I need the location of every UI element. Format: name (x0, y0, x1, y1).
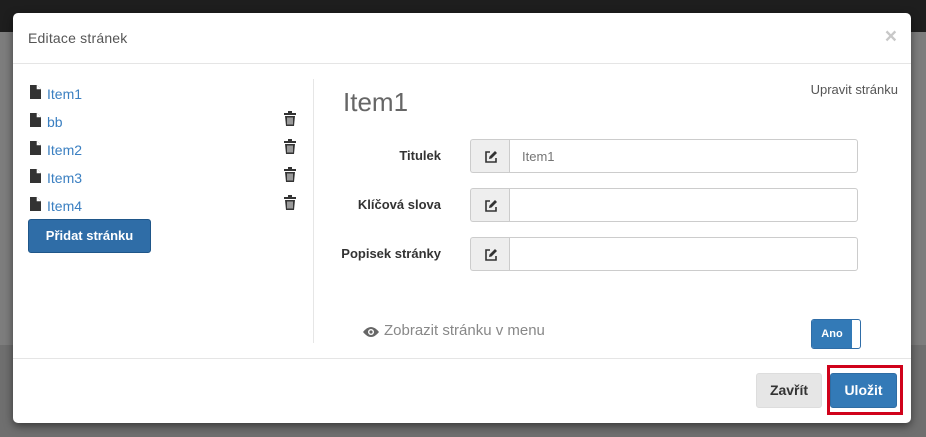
description-label: Popisek stránky (341, 246, 441, 261)
modal-title: Editace stránek (28, 30, 128, 46)
page-link[interactable]: Item4 (47, 198, 82, 214)
trash-icon[interactable] (284, 111, 296, 129)
close-icon[interactable]: × (885, 26, 897, 47)
close-button[interactable]: Zavřít (756, 373, 822, 408)
title-label: Titulek (399, 148, 441, 163)
show-in-menu-toggle[interactable]: Ano (811, 319, 861, 349)
page-heading: Item1 (343, 87, 409, 117)
page-list-item[interactable]: Item3 (28, 165, 298, 189)
page-list-item[interactable]: Item2 (28, 137, 298, 161)
page-list: Item1 bb Item2 Item3 Item4 Přidat stránk… (28, 79, 314, 343)
show-in-menu-row: Zobrazit stránku v menu (363, 322, 563, 342)
save-button[interactable]: Uložit (830, 373, 897, 408)
file-icon (30, 85, 41, 102)
file-icon (30, 197, 41, 214)
page-link[interactable]: Item3 (47, 170, 82, 186)
trash-icon[interactable] (284, 139, 296, 157)
page-link[interactable]: Item1 (47, 86, 82, 102)
show-in-menu-label: Zobrazit stránku v menu (384, 322, 545, 339)
description-input[interactable] (509, 237, 858, 271)
page-list-item[interactable]: Item1 (28, 81, 298, 105)
page-link[interactable]: Item2 (47, 142, 82, 158)
page-list-item[interactable]: bb (28, 109, 298, 133)
page-list-item[interactable]: Item4 (28, 193, 298, 217)
keywords-label: Klíčová slova (357, 197, 441, 212)
file-icon (30, 169, 41, 186)
trash-icon[interactable] (284, 167, 296, 185)
page-link[interactable]: bb (47, 114, 63, 130)
modal-header: Editace stránek × (13, 13, 911, 64)
edit-icon (470, 139, 510, 173)
trash-icon[interactable] (284, 195, 296, 213)
edit-icon (470, 188, 510, 222)
file-icon (30, 141, 41, 158)
title-row: Titulek (328, 139, 898, 173)
edit-page-link[interactable]: Upravit stránku (811, 82, 898, 97)
toggle-on-label: Ano (812, 320, 852, 348)
edit-icon (470, 237, 510, 271)
add-page-button[interactable]: Přidat stránku (28, 219, 151, 253)
eye-icon (363, 325, 379, 341)
keywords-row: Klíčová slova (328, 188, 898, 222)
title-input[interactable] (509, 139, 858, 173)
file-icon (30, 113, 41, 130)
page-editor: Upravit stránku Item1 Titulek Klíčová sl… (328, 79, 898, 349)
modal-footer: Zavřít Uložit (13, 358, 911, 424)
edit-pages-modal: Editace stránek × Item1 bb Item2 Item3 I… (13, 13, 911, 423)
description-row: Popisek stránky (328, 237, 898, 271)
keywords-input[interactable] (509, 188, 858, 222)
